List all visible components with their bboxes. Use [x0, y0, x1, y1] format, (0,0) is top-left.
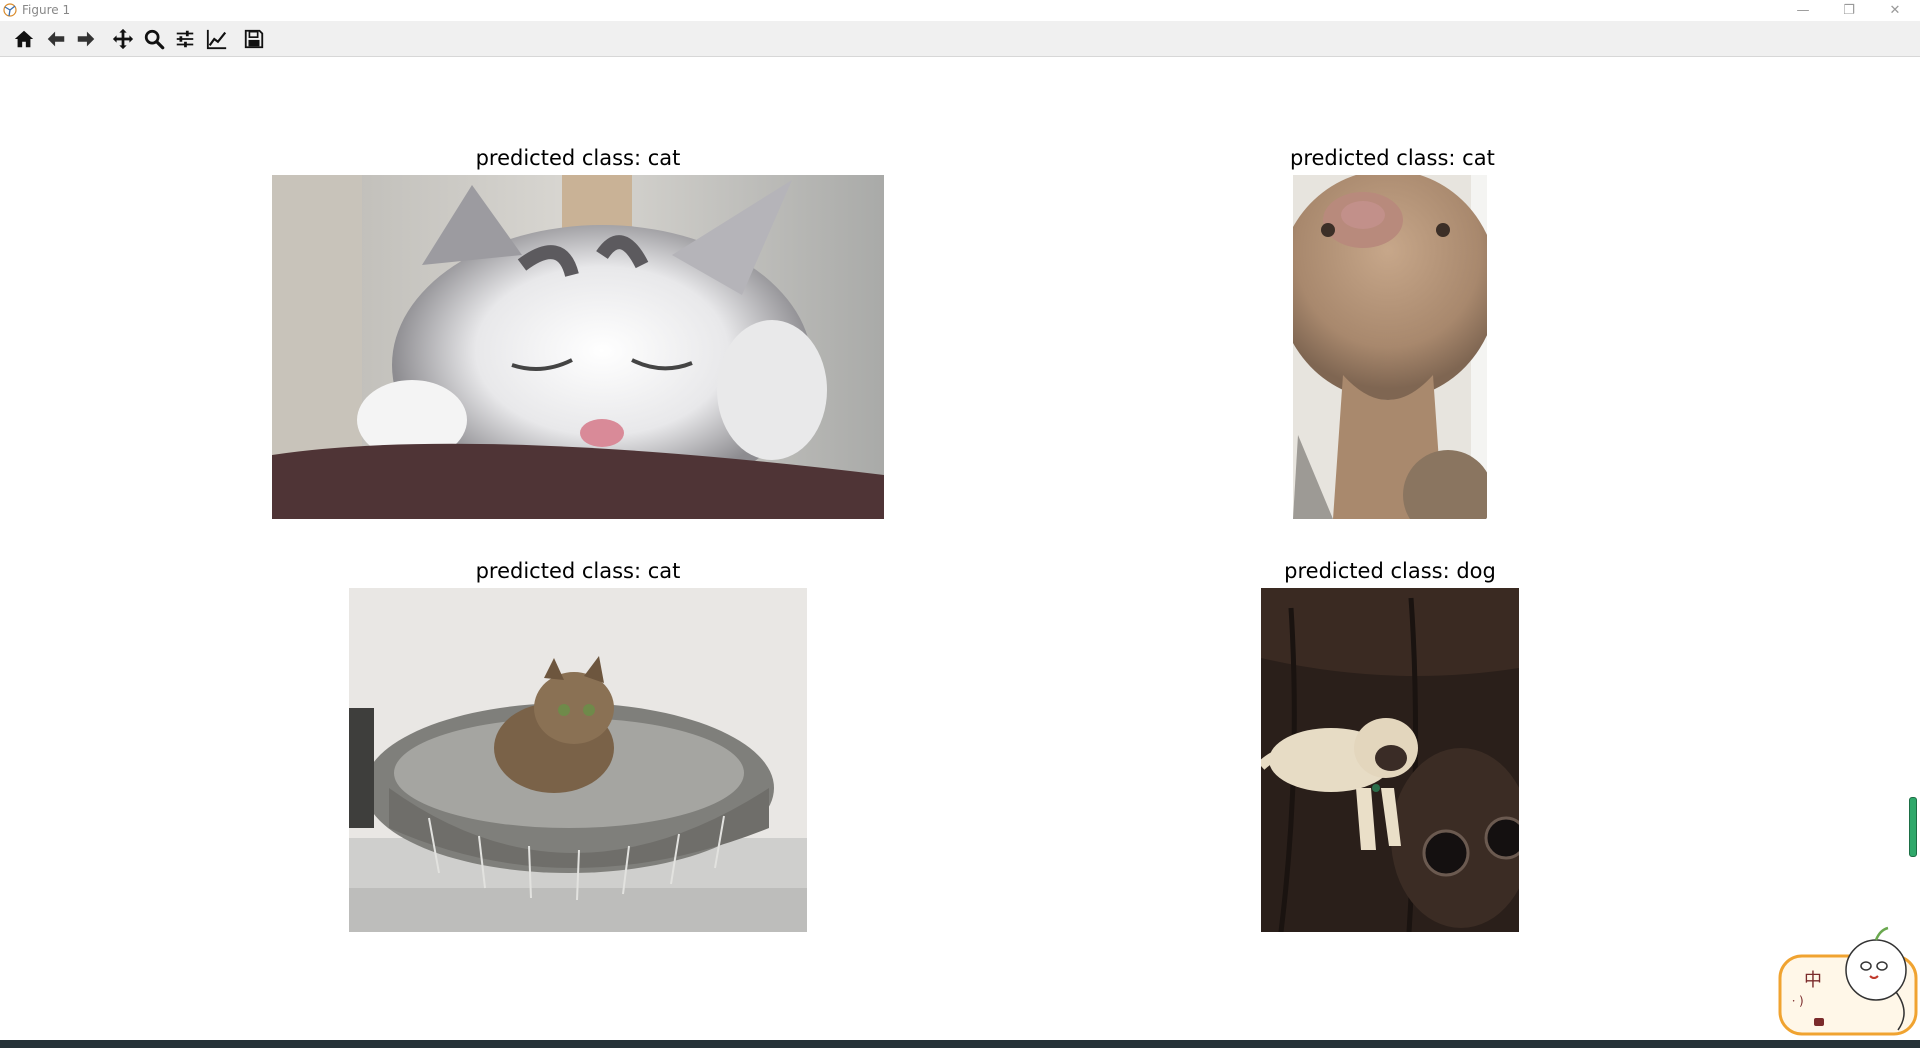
subplot-2-title: predicted class: cat: [1290, 146, 1495, 170]
window-title: Figure 1: [22, 3, 71, 17]
arrow-right-icon: [77, 31, 95, 47]
maximize-button[interactable]: ❐: [1826, 0, 1872, 21]
ime-sub-label: ㆍ): [1788, 994, 1804, 1008]
scrollbar-thumb[interactable]: [1909, 797, 1917, 857]
edit-axis-button[interactable]: [205, 27, 229, 51]
pan-button[interactable]: [111, 27, 135, 51]
window-titlebar: Figure 1 — ❐ ✕: [0, 0, 1920, 21]
subplot-3-title: predicted class: cat: [475, 559, 681, 583]
ime-mode-label: 中: [1804, 970, 1822, 991]
home-button[interactable]: [12, 27, 36, 51]
arrow-left-icon: [47, 31, 65, 47]
subplot-2-image: [1293, 175, 1487, 519]
subplot-1-image: [272, 175, 884, 519]
navigation-toolbar: [0, 21, 1920, 57]
ime-floating-widget[interactable]: 中 ㆍ): [1776, 922, 1920, 1038]
subplot-3-image: [349, 588, 807, 932]
save-button[interactable]: [242, 27, 266, 51]
configure-subplots-button[interactable]: [173, 27, 197, 51]
magnifier-icon: [144, 29, 165, 50]
line-chart-icon: [206, 29, 227, 50]
back-button[interactable]: [44, 27, 68, 51]
move-icon: [112, 28, 134, 50]
zoom-button[interactable]: [142, 27, 166, 51]
sliders-icon: [176, 30, 194, 48]
close-button[interactable]: ✕: [1872, 0, 1918, 21]
forward-button[interactable]: [74, 27, 98, 51]
taskbar: [0, 1040, 1920, 1048]
subplot-4-title: predicted class: dog: [1284, 559, 1496, 583]
ime-mascot-icon: [1778, 926, 1918, 1036]
matplotlib-app-icon: [3, 3, 17, 17]
subplot-1-title: predicted class: cat: [475, 146, 681, 170]
subplot-4-image: [1261, 588, 1519, 932]
home-icon: [14, 30, 34, 48]
floppy-disk-icon: [244, 29, 264, 49]
minimize-button[interactable]: —: [1780, 0, 1826, 21]
